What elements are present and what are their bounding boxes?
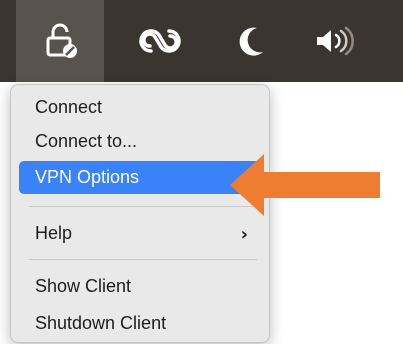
menu-item-help[interactable]: Help › <box>19 217 262 250</box>
menu-item-show-client[interactable]: Show Client <box>19 270 262 303</box>
chevron-right-icon: › <box>240 224 248 245</box>
menu-separator <box>29 206 257 207</box>
menu-item-label: VPN Options <box>35 167 140 187</box>
creative-cloud-icon <box>139 29 181 53</box>
vpn-menu-extra[interactable] <box>16 0 104 82</box>
menu-bar <box>0 0 403 82</box>
menu-item-label: Connect <box>35 97 103 117</box>
menu-separator <box>29 259 257 260</box>
volume-menu-extra[interactable] <box>302 0 372 82</box>
menu-item-label: Help <box>35 223 73 243</box>
vpn-lock-icon <box>46 23 77 58</box>
menu-item-connect-to[interactable]: Connect to... <box>19 125 262 158</box>
creative-cloud-menu-extra[interactable] <box>122 0 198 82</box>
speaker-icon <box>317 26 354 56</box>
menu-item-label: Shutdown Client <box>35 313 167 333</box>
moon-icon <box>239 27 263 56</box>
menu-item-shutdown-client[interactable]: Shutdown Client <box>19 307 262 340</box>
menu-item-vpn-options[interactable]: VPN Options <box>19 161 262 194</box>
annotation-arrow-icon <box>230 154 380 216</box>
menu-item-label: Connect to... <box>35 131 138 151</box>
menu-item-connect[interactable]: Connect <box>19 91 262 124</box>
menu-item-label: Show Client <box>35 276 132 296</box>
moon-menu-extra[interactable] <box>222 0 282 82</box>
